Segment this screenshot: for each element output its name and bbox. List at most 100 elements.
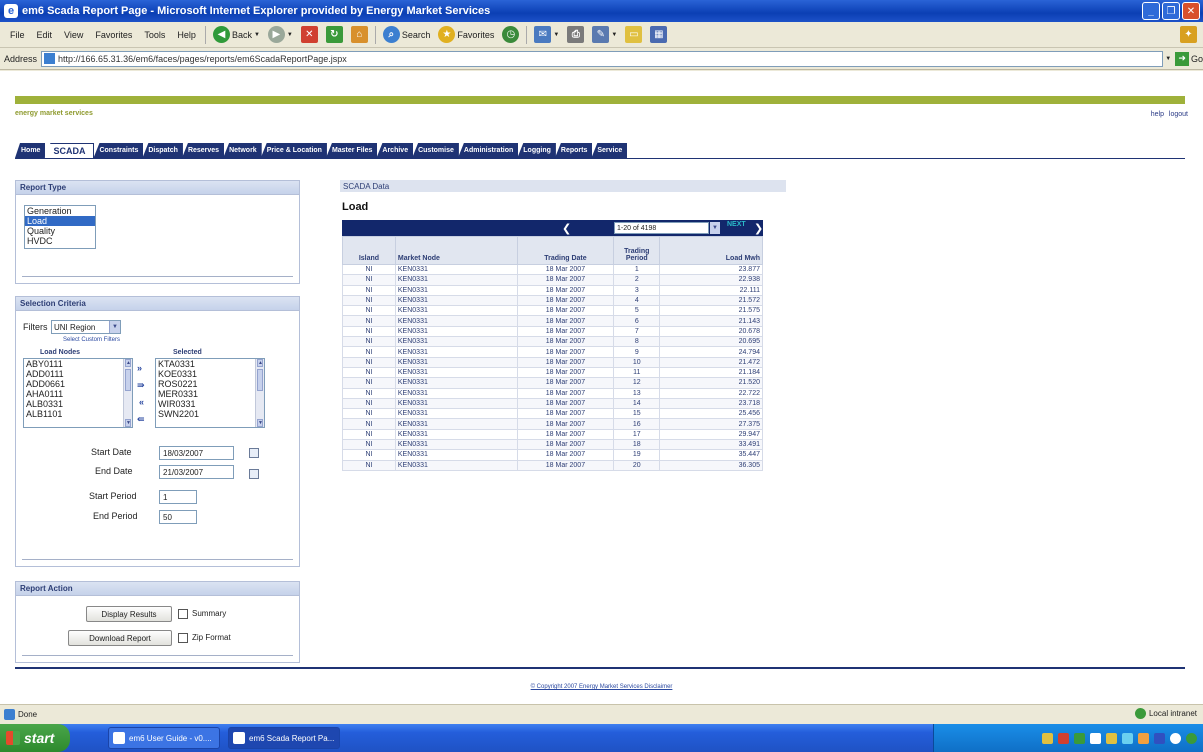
minimize-icon[interactable]: _ <box>1142 2 1160 20</box>
tab-customise[interactable]: Customise <box>412 143 459 158</box>
list-item[interactable]: ADD0111 <box>24 369 132 379</box>
download-report-button[interactable]: Download Report <box>68 630 172 646</box>
calendar-icon[interactable] <box>249 448 259 458</box>
report-type-generation[interactable]: Generation <box>25 206 95 216</box>
start-period-field[interactable]: 1 <box>159 490 197 504</box>
calendar-icon[interactable] <box>249 469 259 479</box>
tab-administration[interactable]: Administration <box>457 143 519 158</box>
filters-select[interactable]: UNI Region ▼ <box>51 320 121 334</box>
tray-icon[interactable] <box>1186 732 1197 744</box>
menu-file[interactable]: File <box>4 30 31 40</box>
next-page-link[interactable]: NEXT <box>727 221 746 228</box>
tab-reserves[interactable]: Reserves <box>181 143 225 158</box>
print-button[interactable]: ⎙ <box>563 26 588 43</box>
zip-format-checkbox[interactable] <box>178 633 188 643</box>
refresh-button[interactable]: ↻ <box>322 26 347 43</box>
list-item[interactable]: ROS0221 <box>156 379 264 389</box>
tab-archive[interactable]: Archive <box>376 143 414 158</box>
col-island[interactable]: Island <box>342 236 396 265</box>
list-item[interactable]: MER0331 <box>156 389 264 399</box>
load-nodes-list[interactable]: ABY0111 ADD0111 ADD0661 AHA0111 ALB0331 … <box>23 358 133 428</box>
tray-icon[interactable] <box>1154 732 1165 744</box>
end-date-field[interactable]: 21/03/2007 <box>159 465 234 479</box>
taskbar-item-user-guide[interactable]: em6 User Guide - v0.... <box>108 727 220 749</box>
tab-service[interactable]: Service <box>591 143 628 158</box>
address-input[interactable]: http://166.65.31.36/em6/faces/pages/repo… <box>41 50 1164 67</box>
load-nodes-scrollbar[interactable]: ▲ ▼ <box>123 359 132 427</box>
move-all-right-icon[interactable]: ⇛ <box>137 380 145 391</box>
forward-button[interactable]: ▶ ▼ <box>264 26 297 43</box>
display-results-button[interactable]: Display Results <box>86 606 172 622</box>
history-button[interactable]: ◷ <box>498 26 523 43</box>
col-trading-date[interactable]: Trading Date <box>516 236 615 265</box>
list-item[interactable]: SWN2201 <box>156 409 264 419</box>
back-button[interactable]: ◀ Back ▼ <box>209 26 264 43</box>
tray-icon[interactable] <box>1042 732 1053 744</box>
prev-page-icon[interactable]: ❮ <box>562 222 571 235</box>
help-link[interactable]: help <box>1151 111 1164 118</box>
selected-nodes-scrollbar[interactable]: ▲ ▼ <box>255 359 264 427</box>
list-item[interactable]: ALB0331 <box>24 399 132 409</box>
list-item[interactable]: ALB1101 <box>24 409 132 419</box>
tab-network[interactable]: Network <box>223 143 262 158</box>
col-load-mwh[interactable]: Load Mwh <box>659 236 763 265</box>
go-arrow-icon[interactable]: ➜ <box>1175 51 1189 66</box>
tray-icon[interactable] <box>1106 732 1117 744</box>
tab-constraints[interactable]: Constraints <box>93 143 144 158</box>
tab-master-files[interactable]: Master Files <box>325 143 378 158</box>
tab-price-location[interactable]: Price & Location <box>260 143 327 158</box>
custom-filters-link[interactable]: Select Custom Filters <box>63 337 120 343</box>
report-type-list[interactable]: Generation Load Quality HVDC <box>24 205 96 249</box>
move-right-icon[interactable]: » <box>137 363 142 373</box>
tray-icon[interactable] <box>1074 732 1085 744</box>
close-icon[interactable]: ✕ <box>1182 2 1200 20</box>
start-button[interactable]: start <box>0 724 70 752</box>
list-item[interactable]: WIR0331 <box>156 399 264 409</box>
tray-icon[interactable] <box>1058 732 1069 744</box>
go-button[interactable]: Go <box>1191 54 1203 64</box>
list-item[interactable]: ABY0111 <box>24 359 132 369</box>
taskbar-item-scada-report[interactable]: em6 Scada Report Pa... <box>228 727 340 749</box>
menu-favorites[interactable]: Favorites <box>89 30 138 40</box>
report-type-load[interactable]: Load <box>25 216 95 226</box>
search-button[interactable]: ⌕ Search <box>379 26 435 43</box>
selected-nodes-list[interactable]: KTA0331 KOE0331 ROS0221 MER0331 WIR0331 … <box>155 358 265 428</box>
tab-scada[interactable]: SCADA <box>44 143 95 158</box>
tab-dispatch[interactable]: Dispatch <box>142 143 183 158</box>
list-item[interactable]: KTA0331 <box>156 359 264 369</box>
logout-link[interactable]: logout <box>1169 111 1188 118</box>
folder-button[interactable]: ▭ <box>621 26 646 43</box>
tab-reports[interactable]: Reports <box>554 143 593 158</box>
favorites-button[interactable]: ★ Favorites <box>434 26 498 43</box>
home-button[interactable]: ⌂ <box>347 26 372 43</box>
tray-icon[interactable] <box>1138 732 1149 744</box>
list-item[interactable]: ADD0661 <box>24 379 132 389</box>
summary-checkbox[interactable] <box>178 609 188 619</box>
tray-icon[interactable] <box>1122 732 1133 744</box>
tab-home[interactable]: Home <box>15 143 46 158</box>
move-left-icon[interactable]: « <box>139 397 144 407</box>
menu-tools[interactable]: Tools <box>138 30 171 40</box>
menu-help[interactable]: Help <box>171 30 202 40</box>
edit-page-button[interactable]: ✎ ▼ <box>588 26 621 43</box>
tab-logging[interactable]: Logging <box>517 143 556 158</box>
menu-edit[interactable]: Edit <box>31 30 59 40</box>
col-market-node[interactable]: Market Node <box>394 236 518 265</box>
tray-icon[interactable] <box>1170 732 1181 744</box>
next-page-icon[interactable]: ❯ <box>754 222 763 235</box>
start-date-field[interactable]: 18/03/2007 <box>159 446 234 460</box>
stop-button[interactable]: ✕ <box>297 26 322 43</box>
maximize-icon[interactable]: ❐ <box>1162 2 1180 20</box>
report-type-hvdc[interactable]: HVDC <box>25 236 95 246</box>
end-period-field[interactable]: 50 <box>159 510 197 524</box>
move-all-left-icon[interactable]: ⇚ <box>137 414 145 425</box>
mail-button[interactable]: ✉ ▼ <box>530 26 563 43</box>
copyright-link[interactable]: © Copyright 2007 Energy Market Services … <box>0 684 1203 690</box>
list-item[interactable]: KOE0331 <box>156 369 264 379</box>
list-item[interactable]: AHA0111 <box>24 389 132 399</box>
menu-view[interactable]: View <box>58 30 89 40</box>
col-trading-period[interactable]: Trading Period <box>613 236 661 265</box>
tray-icon[interactable] <box>1090 732 1101 744</box>
research-button[interactable]: ▦ <box>646 26 671 43</box>
report-type-quality[interactable]: Quality <box>25 226 95 236</box>
